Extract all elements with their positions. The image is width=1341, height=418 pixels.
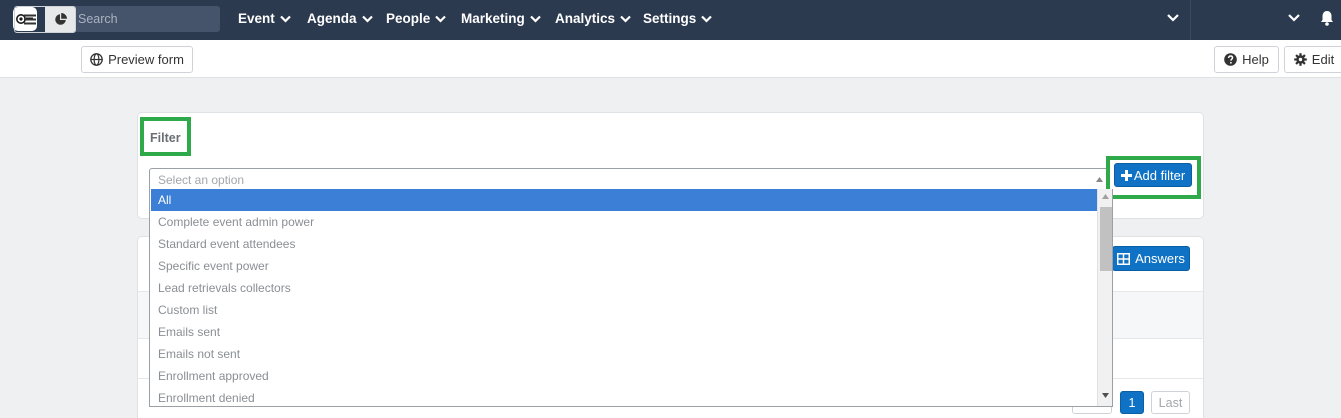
navbar-divider	[1190, 0, 1191, 40]
chart-view-button[interactable]	[45, 7, 75, 32]
account-chevron-icon[interactable]	[1288, 13, 1300, 22]
nav-analytics-label: Analytics	[555, 11, 616, 26]
filter-dropdown-list: All Complete event admin power Standard …	[149, 189, 1113, 407]
globe-icon	[90, 53, 103, 66]
dropdown-option-label: All	[158, 193, 172, 207]
preview-form-label: Preview form	[108, 52, 184, 67]
nav-people[interactable]: People	[386, 11, 447, 26]
pagination-page-current[interactable]: 1	[1120, 391, 1144, 414]
help-label: Help	[1242, 52, 1269, 67]
answers-button[interactable]: Answers	[1112, 246, 1190, 271]
chevron-down-icon	[529, 15, 541, 23]
nav-event[interactable]: Event	[238, 11, 291, 26]
top-navbar: Search Event Agenda People Marketing Ana…	[0, 0, 1341, 40]
nav-settings-label: Settings	[643, 11, 697, 26]
nav-agenda[interactable]: Agenda	[307, 11, 373, 26]
dropdown-option-label: Emails not sent	[158, 347, 241, 361]
nav-marketing[interactable]: Marketing	[461, 11, 541, 26]
dropdown-option-label: Enrollment denied	[158, 391, 255, 405]
dropdown-option-label: Standard event attendees	[158, 237, 296, 251]
dropdown-option-label: Emails sent	[158, 325, 221, 339]
chevron-down-icon	[361, 15, 373, 23]
dropdown-scrollbar[interactable]	[1097, 189, 1112, 406]
view-toggle-group	[14, 6, 76, 33]
add-filter-label: Add filter	[1133, 167, 1186, 183]
answers-label: Answers	[1135, 251, 1185, 266]
filter-select[interactable]: Select an option	[149, 168, 1110, 190]
chevron-down-icon	[701, 15, 713, 23]
pagination-last[interactable]: Last	[1151, 391, 1190, 414]
caret-up-icon	[1096, 177, 1103, 182]
filter-title: Filter	[150, 131, 181, 145]
pagination-last-label: Last	[1158, 395, 1183, 410]
dropdown-option[interactable]: Complete event admin power	[151, 211, 1097, 233]
dropdown-option-label: Complete event admin power	[158, 215, 315, 229]
dropdown-option[interactable]: Enrollment approved	[151, 365, 1097, 387]
dropdown-option[interactable]: Custom list	[151, 299, 1097, 321]
question-circle-icon	[1224, 53, 1237, 66]
dropdown-option-all[interactable]: All	[151, 189, 1097, 211]
nav-settings[interactable]: Settings	[643, 11, 713, 26]
list-icon	[24, 14, 36, 25]
nav-marketing-label: Marketing	[461, 11, 525, 26]
pagination-page-number: 1	[1128, 395, 1136, 410]
scrollbar-thumb[interactable]	[1100, 207, 1112, 271]
bell-icon[interactable]	[1320, 10, 1334, 26]
dropdown-option-label: Specific event power	[158, 259, 269, 273]
dropdown-option-label: Custom list	[158, 303, 218, 317]
edit-label: Edit	[1311, 52, 1335, 67]
dropdown-option-label: Enrollment approved	[158, 369, 269, 383]
list-view-button[interactable]	[15, 7, 45, 32]
scroll-down-arrow-icon[interactable]	[1102, 393, 1109, 398]
chevron-down-icon	[279, 15, 291, 23]
nav-people-label: People	[386, 11, 431, 26]
filter-select-placeholder: Select an option	[158, 173, 245, 187]
event-switcher-chevron-icon[interactable]	[1167, 13, 1179, 22]
chevron-down-icon	[620, 15, 631, 23]
search-placeholder: Search	[78, 12, 118, 26]
plus-icon	[1120, 169, 1132, 181]
dropdown-option[interactable]: Emails sent	[151, 321, 1097, 343]
preview-form-button[interactable]: Preview form	[81, 46, 193, 73]
gear-icon	[1293, 53, 1307, 66]
chevron-down-icon	[435, 15, 447, 23]
form-toolbar	[0, 40, 1341, 78]
table-icon	[1117, 252, 1131, 265]
dropdown-option[interactable]: Specific event power	[151, 255, 1097, 277]
dropdown-option-label: Lead retrievals collectors	[158, 281, 291, 295]
dropdown-option[interactable]: Standard event attendees	[151, 233, 1097, 255]
pie-chart-icon	[54, 13, 67, 25]
edit-button[interactable]: Edit	[1284, 46, 1341, 73]
dropdown-option[interactable]: Emails not sent	[151, 343, 1097, 365]
nav-analytics[interactable]: Analytics	[555, 11, 631, 26]
nav-event-label: Event	[238, 11, 275, 26]
help-button[interactable]: Help	[1214, 46, 1279, 73]
dropdown-option[interactable]: Lead retrievals collectors	[151, 277, 1097, 299]
scroll-up-arrow-icon[interactable]	[1102, 194, 1109, 199]
nav-agenda-label: Agenda	[307, 11, 357, 26]
add-filter-button[interactable]: Add filter	[1114, 163, 1192, 187]
dropdown-option[interactable]: Enrollment denied	[151, 387, 1097, 406]
